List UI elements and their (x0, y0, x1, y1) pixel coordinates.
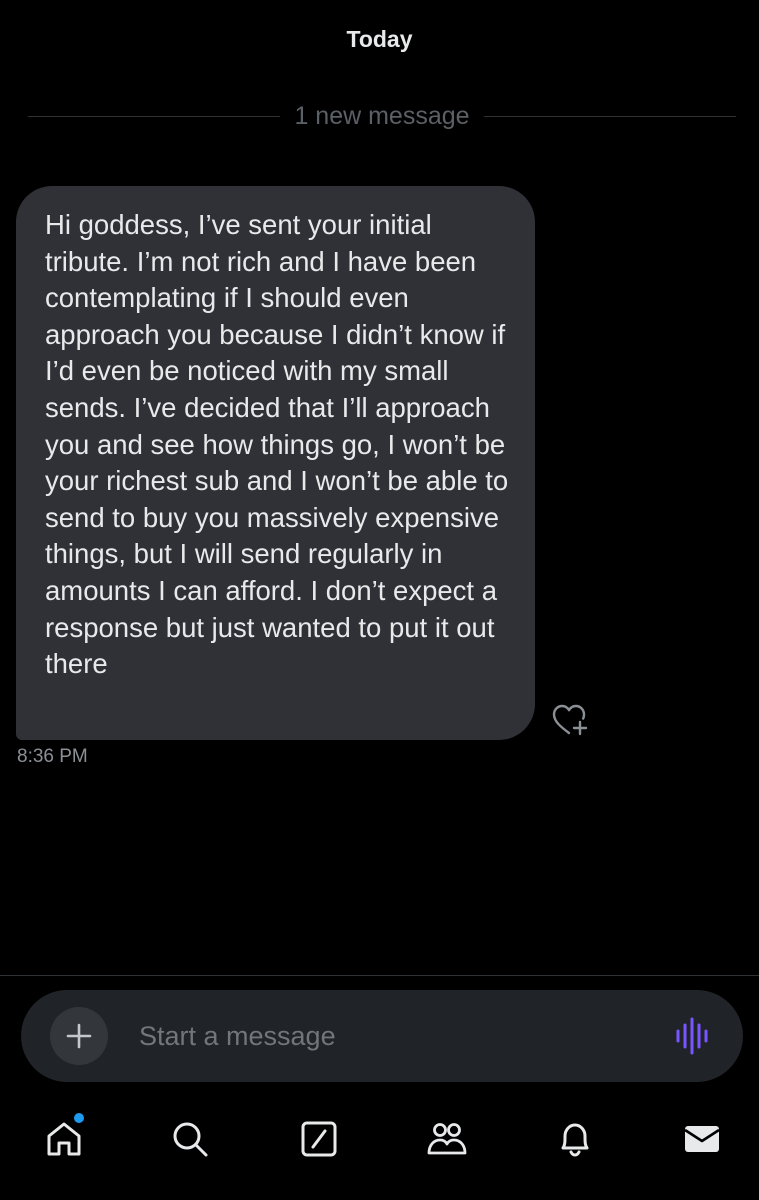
envelope-icon (684, 1126, 720, 1152)
date-header: Today (346, 26, 413, 52)
bottom-tab-bar (0, 1097, 759, 1200)
new-message-divider: 1 new message (28, 100, 737, 132)
tab-notifications[interactable] (553, 1117, 597, 1161)
add-attachment-button[interactable] (50, 1007, 108, 1065)
new-message-label: 1 new message (294, 101, 470, 130)
tab-grok[interactable] (297, 1117, 341, 1161)
home-icon (47, 1122, 81, 1156)
voice-message-button[interactable] (675, 1016, 711, 1056)
bell-icon (561, 1123, 589, 1157)
tab-communities[interactable] (425, 1117, 469, 1161)
audio-waveform-icon (676, 1017, 708, 1055)
home-notification-dot (74, 1113, 84, 1123)
composer-divider (0, 975, 759, 976)
tab-home[interactable] (42, 1117, 86, 1161)
people-icon (427, 1123, 467, 1155)
tab-messages[interactable] (680, 1117, 724, 1161)
tab-search[interactable] (168, 1117, 212, 1161)
message-composer (21, 990, 743, 1082)
plus-icon (66, 1023, 92, 1049)
message-bubble[interactable]: Hi goddess, I’ve sent your initial tribu… (16, 186, 535, 740)
search-icon (173, 1122, 208, 1157)
heart-add-icon[interactable] (551, 702, 591, 738)
message-timestamp: 8:36 PM (17, 746, 88, 767)
divider-line-right (483, 115, 737, 117)
message-input[interactable] (139, 1016, 639, 1056)
grok-icon (301, 1121, 337, 1157)
divider-line-left (28, 115, 281, 117)
